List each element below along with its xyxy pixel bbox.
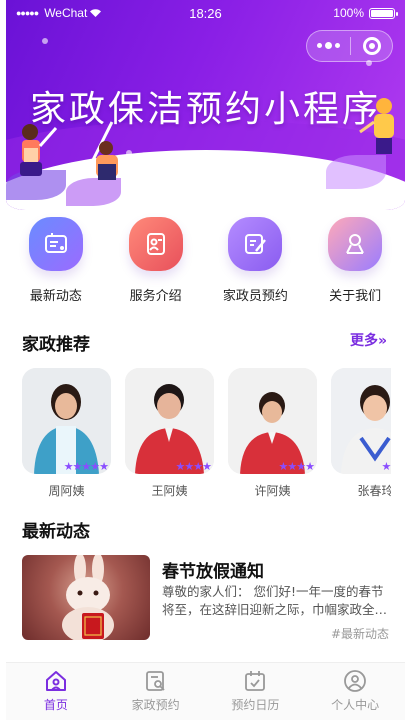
news-section-title: 最新动态 bbox=[22, 522, 90, 542]
recommend-section-title: 家政推荐 bbox=[22, 335, 90, 355]
status-bar: ●●●●● WeChat 18:26 100% bbox=[6, 0, 405, 26]
service-icon bbox=[128, 217, 183, 271]
target-close-icon bbox=[362, 37, 381, 55]
user-icon bbox=[344, 670, 367, 692]
close-miniprogram-button[interactable] bbox=[351, 37, 392, 55]
news-excerpt: 尊敬的家人们： 您们好!一年一度的春节将至，在这辞旧迎新之际，巾帼家政全体员工祝… bbox=[162, 584, 388, 617]
calendar-icon bbox=[245, 671, 266, 691]
quick-nav-about[interactable]: 关于我们 bbox=[305, 215, 405, 310]
staff-name: 周阿姨 bbox=[48, 484, 85, 498]
tab-booking[interactable]: 家政预约 bbox=[106, 663, 206, 720]
staff-portrait bbox=[228, 368, 317, 474]
quick-nav-booking[interactable]: 家政员预约 bbox=[206, 215, 306, 310]
staff-card[interactable]: ★★★★ 张春玲 bbox=[331, 368, 391, 498]
tab-home[interactable]: 首页 bbox=[6, 663, 106, 720]
staff-name: 张春玲 bbox=[357, 484, 391, 498]
bottom-tab-bar: 首页 家政预约 预约日历 个人中心 bbox=[6, 662, 405, 720]
booking-search-icon bbox=[145, 671, 165, 691]
tab-profile[interactable]: 个人中心 bbox=[305, 663, 405, 720]
staff-rating: ★★★★★ bbox=[63, 460, 109, 473]
home-icon bbox=[45, 671, 66, 691]
service-glyph bbox=[146, 233, 165, 255]
rabbit-illustration bbox=[62, 555, 114, 640]
staff-photo: ★★★★ bbox=[331, 368, 391, 474]
tab-label: 家政预约 bbox=[131, 698, 180, 712]
about-icon bbox=[328, 217, 383, 271]
booking-icon bbox=[228, 217, 283, 271]
battery-percent: 100% bbox=[333, 6, 364, 20]
more-menu-button[interactable] bbox=[307, 42, 350, 49]
quick-nav: 最新动态 服务介绍 家政员预约 关于我们 bbox=[6, 215, 405, 310]
staff-card[interactable]: ★★★★ 许阿姨 bbox=[228, 368, 317, 498]
staff-rating: ★★★★ bbox=[175, 460, 212, 473]
quick-nav-label: 家政员预约 bbox=[222, 289, 288, 304]
recommend-more-link[interactable]: 更多» bbox=[350, 330, 387, 350]
news-title: 春节放假通知 bbox=[162, 562, 264, 582]
tab-calendar[interactable]: 预约日历 bbox=[206, 663, 306, 720]
news-thumbnail bbox=[22, 555, 150, 640]
battery-icon bbox=[369, 7, 398, 19]
staff-carousel[interactable]: ★★★★★ 周阿姨 ★★★★ 王阿姨 ★★★★ 许阿姨 ★ 张春玲 bbox=[22, 368, 391, 498]
more-dots-icon bbox=[335, 43, 340, 48]
about-glyph bbox=[346, 234, 365, 254]
staff-name: 王阿姨 bbox=[151, 484, 188, 498]
news-item[interactable]: 春节放假通知 尊敬的家人们： 您们好!一年一度的春节将至，在这辞旧迎新之际，巾帼… bbox=[22, 553, 391, 648]
staff-photo: ★★★★★ bbox=[22, 368, 111, 474]
staff-portrait bbox=[125, 368, 214, 474]
quick-nav-label: 最新动态 bbox=[29, 289, 82, 304]
staff-card[interactable]: ★★★★ 王阿姨 bbox=[125, 368, 214, 498]
booking-glyph bbox=[245, 234, 267, 254]
battery-status: 100% bbox=[333, 6, 398, 20]
quick-nav-news[interactable]: 最新动态 bbox=[6, 215, 106, 310]
tab-label: 首页 bbox=[43, 698, 68, 712]
miniprogram-capsule bbox=[306, 30, 393, 62]
quick-nav-label: 关于我们 bbox=[329, 289, 382, 304]
banner-title: 家政保洁预约小程序 bbox=[29, 89, 381, 130]
news-glyph bbox=[44, 233, 67, 253]
more-dots-icon bbox=[325, 42, 332, 49]
banner-star bbox=[42, 38, 48, 44]
staff-photo: ★★★★ bbox=[228, 368, 317, 474]
quick-nav-label: 服务介绍 bbox=[129, 289, 182, 304]
quick-nav-service[interactable]: 服务介绍 bbox=[106, 215, 206, 310]
staff-rating: ★★★★ bbox=[381, 460, 391, 473]
staff-portrait bbox=[331, 368, 391, 474]
tab-label: 个人中心 bbox=[331, 698, 380, 712]
news-icon bbox=[28, 217, 83, 271]
staff-card[interactable]: ★★★★★ 周阿姨 bbox=[22, 368, 111, 498]
staff-rating: ★★★★ bbox=[278, 460, 315, 473]
staff-photo: ★★★★ bbox=[125, 368, 214, 474]
more-dots-icon bbox=[317, 43, 322, 48]
tab-label: 预约日历 bbox=[231, 698, 280, 712]
staff-name: 许阿姨 bbox=[254, 484, 291, 498]
staff-portrait bbox=[22, 368, 111, 474]
news-tag: #最新动态 bbox=[330, 627, 389, 641]
